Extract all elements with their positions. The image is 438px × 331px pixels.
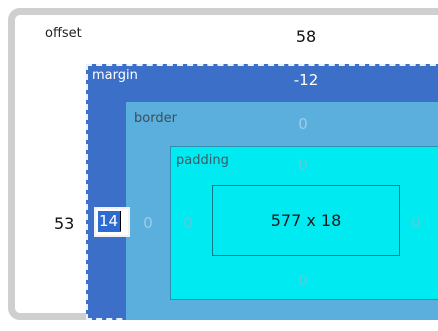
border-left-value[interactable]: 0 bbox=[140, 214, 156, 232]
border-top-value[interactable]: 0 bbox=[288, 115, 318, 133]
padding-bottom-value[interactable]: 0 bbox=[288, 272, 318, 290]
offset-left-value[interactable]: 53 bbox=[54, 214, 84, 233]
offset-label: offset bbox=[45, 26, 82, 41]
margin-top-value[interactable]: -12 bbox=[286, 71, 326, 89]
padding-left-value[interactable]: 0 bbox=[180, 214, 196, 232]
border-label: border bbox=[134, 111, 177, 126]
content-size: 577 x 18 bbox=[270, 211, 342, 230]
margin-left-input[interactable] bbox=[94, 207, 130, 237]
text-caret bbox=[120, 211, 121, 231]
padding-right-value[interactable]: 0 bbox=[408, 214, 424, 232]
content-box: 577 x 18 bbox=[212, 185, 400, 256]
padding-label: padding bbox=[176, 153, 229, 168]
padding-top-value[interactable]: 0 bbox=[288, 156, 318, 174]
margin-label: margin bbox=[92, 68, 138, 83]
offset-top-value[interactable]: 58 bbox=[286, 27, 326, 46]
